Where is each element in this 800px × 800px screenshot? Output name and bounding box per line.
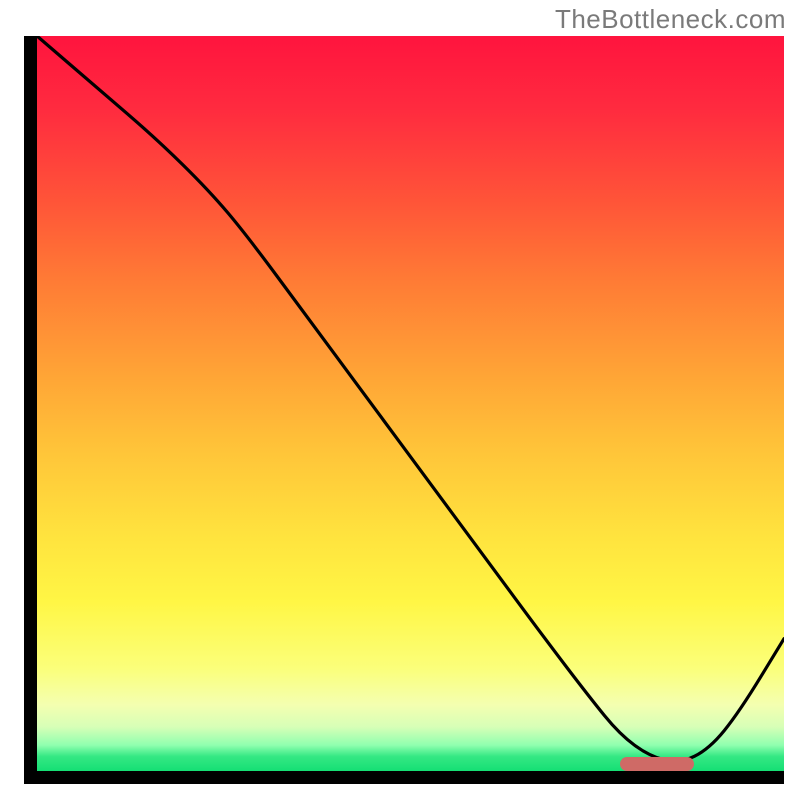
axes-frame xyxy=(24,36,784,784)
bottleneck-chart: { "watermark": "TheBottleneck.com", "cha… xyxy=(0,0,800,800)
plot-area xyxy=(37,36,784,771)
optimal-range-marker xyxy=(620,757,695,771)
curve-layer xyxy=(37,36,784,771)
bottleneck-curve xyxy=(37,36,784,761)
watermark-label: TheBottleneck.com xyxy=(555,4,786,35)
